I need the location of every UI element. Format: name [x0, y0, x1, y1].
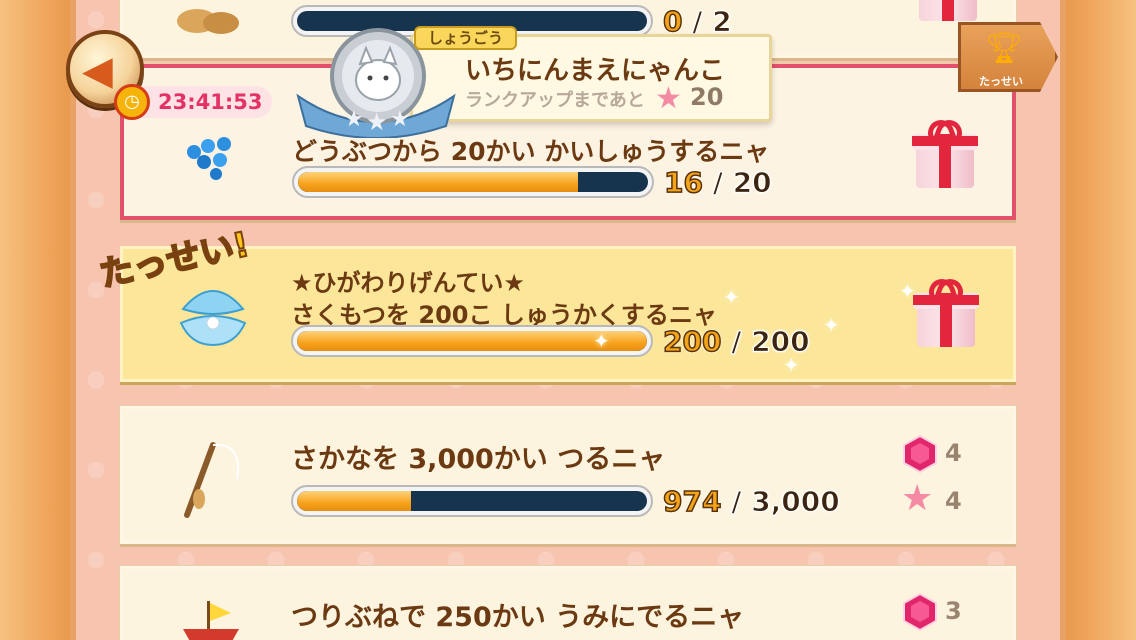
boat-icon: [179, 599, 243, 640]
countdown-timer: ◷ 23:41:53: [114, 84, 273, 120]
peanut-icon: [175, 1, 241, 41]
arrow-left-icon: ◀: [82, 48, 113, 94]
gem-icon: [901, 592, 939, 632]
reward-gem-count: 3: [945, 597, 962, 625]
reward-gem-count: 4: [945, 439, 962, 467]
svg-text:★: ★: [344, 107, 364, 132]
blue-beads-icon: [180, 132, 244, 180]
sparkle-icon: ✦: [593, 329, 610, 353]
mission-title: つりぶねで 250かい うみにでるニャ: [291, 602, 745, 633]
clock-icon: ◷: [114, 84, 150, 120]
reward-star-count: 4: [945, 487, 962, 515]
progress-count: 16 / 20: [663, 165, 772, 200]
mission-card-completed[interactable]: ★ひがわりげんてい★ さくもつを 200こ しゅうかくするニャ 200 / 20…: [120, 246, 1016, 382]
sparkle-icon: ✦: [823, 313, 840, 337]
progress-fill: [298, 172, 578, 192]
trophy-icon: 🏆︎: [985, 31, 1024, 66]
sparkle-icon: ✦: [783, 353, 800, 377]
progress-bar: [292, 166, 654, 198]
mission-card: つりぶねで 250かい うみにでるニャ 3: [120, 566, 1016, 640]
right-frame: [1066, 0, 1136, 640]
mission-card: さかなを 3,000かい つるニャ 974 / 3,000 4 ★ 4: [120, 406, 1016, 544]
mission-title: さかなを 3,000かい つるニャ: [291, 444, 666, 475]
svg-text:★: ★: [366, 108, 388, 136]
star-icon: ★: [655, 81, 682, 116]
sparkle-icon: ✦: [899, 279, 916, 303]
rank-next-count: 20: [690, 83, 724, 111]
progress-fill: [297, 491, 411, 511]
gem-icon: [901, 434, 939, 474]
left-frame: [0, 0, 70, 640]
shell-pearl-icon: [175, 279, 251, 351]
svg-text:★: ★: [390, 107, 410, 132]
gift-icon[interactable]: [913, 279, 979, 349]
rank-next-label: ランクアップまであと: [465, 90, 645, 111]
gift-icon[interactable]: [915, 0, 981, 23]
sparkle-icon: ✦: [723, 285, 740, 309]
rank-name: いちにんまえにゃんこ: [465, 56, 726, 86]
progress-bar: [291, 485, 653, 517]
gift-icon[interactable]: [912, 120, 978, 190]
mission-title: ★ひがわりげんてい★: [291, 269, 525, 297]
progress-count: 974 / 3,000: [662, 484, 840, 519]
achievements-label: たっせい: [979, 75, 1023, 88]
rank-tag: しょうごう: [414, 26, 518, 50]
star-icon: ★: [901, 478, 934, 519]
achievements-button[interactable]: 🏆︎ たっせい: [958, 22, 1058, 92]
fishing-rod-icon: [177, 439, 247, 519]
timer-text: 23:41:53: [158, 90, 263, 114]
